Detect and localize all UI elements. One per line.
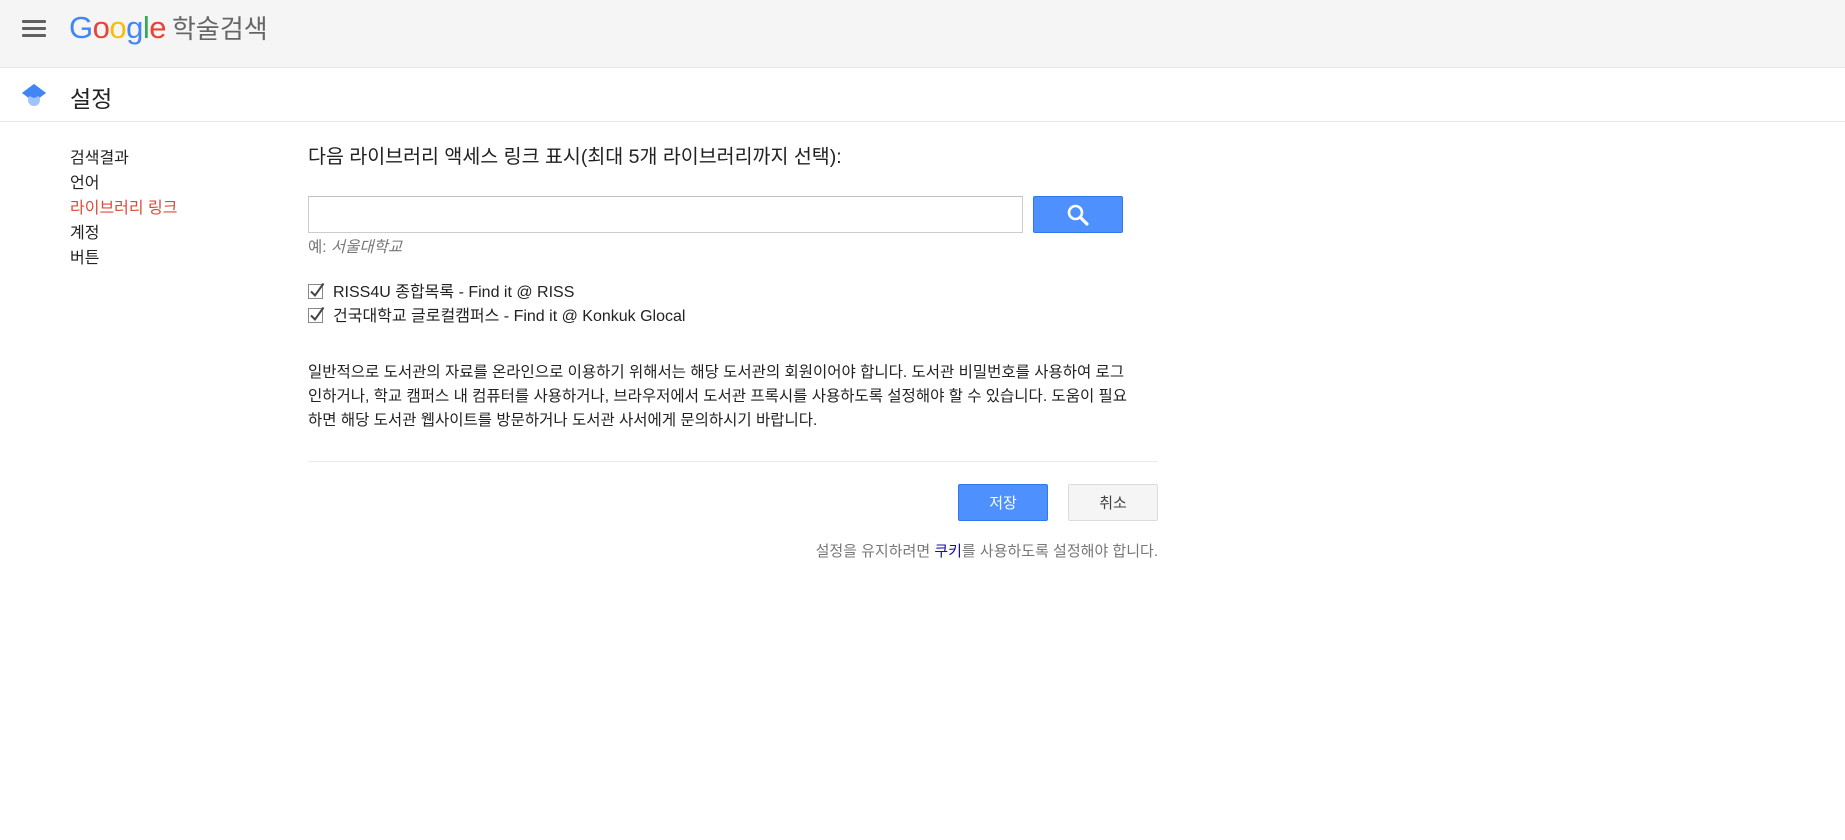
save-button[interactable]: 저장	[958, 484, 1048, 521]
sidebar-item-account[interactable]: 계정	[70, 221, 270, 246]
library-option-konkuk[interactable]: 건국대학교 글로컬캠퍼스 - Find it @ Konkuk Glocal	[308, 302, 685, 326]
sidebar-item-library-links[interactable]: 라이브러리 링크	[70, 196, 270, 221]
library-option-label: 건국대학교 글로컬캠퍼스 - Find it @ Konkuk Glocal	[333, 308, 686, 325]
library-search-button[interactable]	[1033, 196, 1123, 233]
library-option-riss[interactable]: RISS4U 종합목록 - Find it @ RISS	[308, 278, 685, 302]
library-search-input[interactable]	[308, 196, 1023, 233]
google-scholar-logo[interactable]: Google 학술검색	[69, 9, 268, 45]
scholar-cap-icon	[22, 84, 46, 106]
settings-sidebar: 검색결과 언어 라이브러리 링크 계정 버튼	[70, 146, 270, 271]
magnifier-icon	[1067, 204, 1089, 226]
selected-libraries-list: RISS4U 종합목록 - Find it @ RISS 건국대학교 글로컬캠퍼…	[308, 278, 685, 326]
library-links-panel: 다음 라이브러리 액세스 링크 표시(최대 5개 라이브러리까지 선택): 예:…	[308, 143, 1158, 560]
hamburger-menu-icon[interactable]	[20, 17, 48, 39]
library-option-label: RISS4U 종합목록 - Find it @ RISS	[333, 284, 575, 301]
sidebar-item-language[interactable]: 언어	[70, 171, 270, 196]
checked-checkbox-icon[interactable]	[308, 282, 325, 299]
google-logo-text: Google	[69, 10, 167, 45]
library-access-info: 일반적으로 도서관의 자료를 온라인으로 이용하기 위해서는 해당 도서관의 회…	[308, 364, 1128, 429]
sidebar-item-button[interactable]: 버튼	[70, 246, 270, 271]
divider	[308, 461, 1158, 462]
section-heading: 다음 라이브러리 액세스 링크 표시(최대 5개 라이브러리까지 선택):	[308, 146, 842, 168]
checked-checkbox-icon[interactable]	[308, 306, 325, 323]
search-example-hint: 예: 서울대학교	[308, 239, 403, 256]
sidebar-item-search-results[interactable]: 검색결과	[70, 146, 270, 171]
page-title: 설정	[70, 86, 113, 112]
cookie-link[interactable]: 쿠키	[934, 543, 962, 560]
cookie-notice: 설정을 유지하려면 쿠키를 사용하도록 설정해야 합니다.	[815, 543, 1158, 560]
title-bar: 설정	[0, 68, 1845, 122]
logo-suffix: 학술검색	[172, 14, 268, 44]
cancel-button[interactable]: 취소	[1068, 484, 1158, 521]
top-header: Google 학술검색	[0, 0, 1845, 68]
example-library-name: 서울대학교	[330, 239, 403, 256]
library-search-row	[308, 196, 1123, 236]
